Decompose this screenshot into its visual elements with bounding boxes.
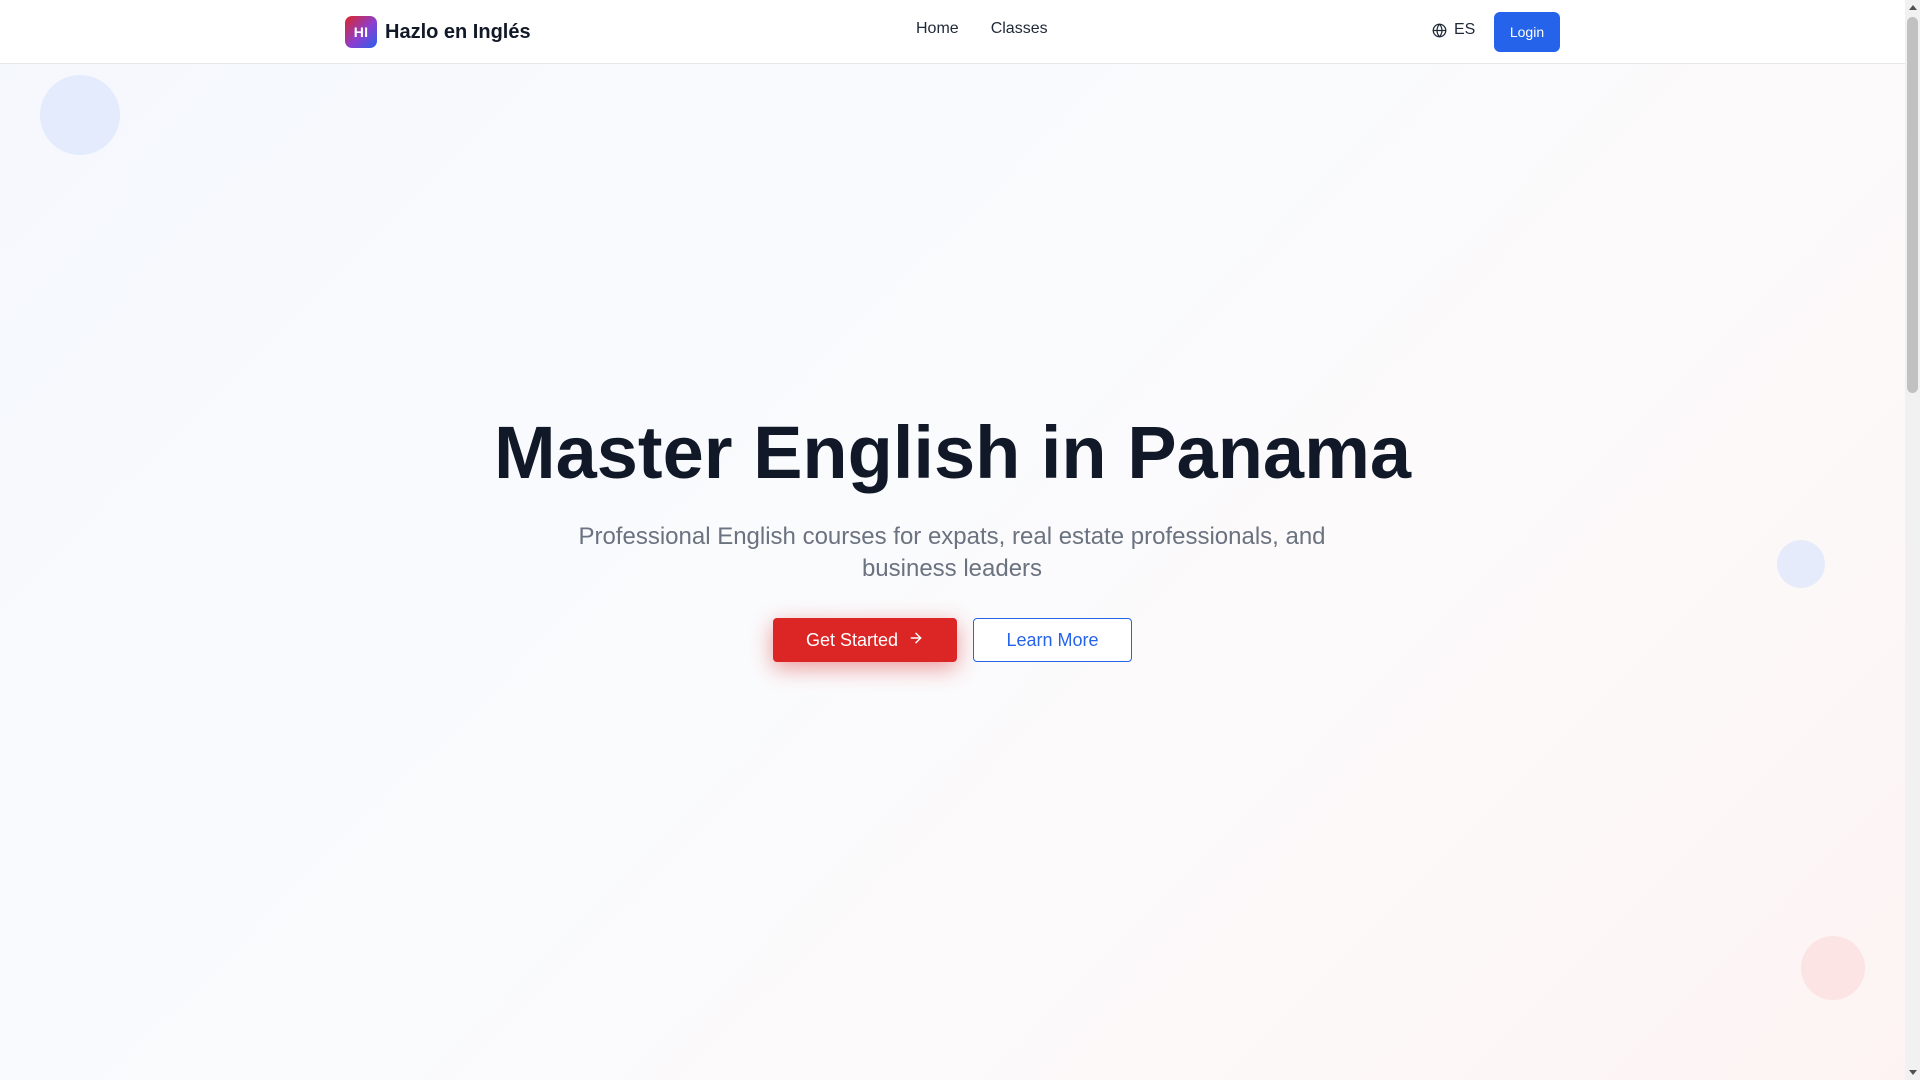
hero-section: Master English in Panama Professional En… <box>0 0 1905 1080</box>
learn-more-button[interactable]: Learn More <box>973 618 1132 662</box>
get-started-button[interactable]: Get Started <box>773 618 957 662</box>
nav-link-home[interactable]: Home <box>916 20 959 38</box>
scroll-up-icon[interactable] <box>1905 0 1920 15</box>
globe-icon <box>1432 23 1447 38</box>
brand-logo: HI <box>345 16 377 48</box>
scroll-down-icon[interactable] <box>1905 1065 1920 1080</box>
hero-subtitle: Professional English courses for expats,… <box>578 523 1326 582</box>
page-scrollbar[interactable] <box>1905 0 1920 1080</box>
login-button[interactable]: Login <box>1494 12 1560 52</box>
brand-name: Hazlo en Inglés <box>385 20 531 43</box>
language-switcher[interactable]: ES <box>1432 21 1475 39</box>
site-header: HI Hazlo en Inglés Home Classes ES Login <box>0 0 1905 64</box>
page: HI Hazlo en Inglés Home Classes ES Login… <box>0 0 1905 1080</box>
cta-row: Get Started Learn More <box>773 618 1132 662</box>
arrow-right-icon <box>908 630 924 651</box>
get-started-label: Get Started <box>805 629 899 650</box>
main-nav: Home Classes <box>916 20 1048 38</box>
brand[interactable]: HI Hazlo en Inglés <box>345 16 531 48</box>
hero-title: Master English in Panama <box>493 411 1412 494</box>
scrollbar-thumb[interactable] <box>1907 17 1918 393</box>
nav-link-classes[interactable]: Classes <box>991 20 1048 38</box>
language-label: ES <box>1454 21 1476 38</box>
